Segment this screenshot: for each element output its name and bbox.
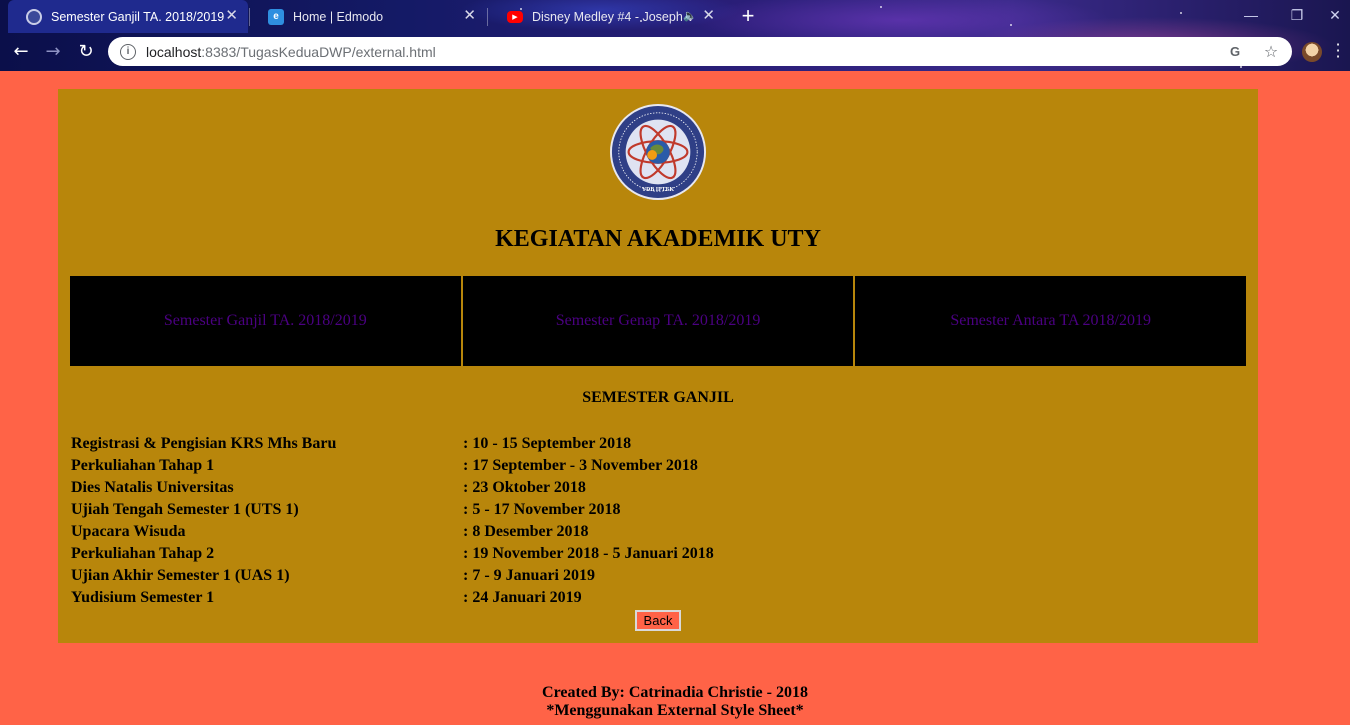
back-button[interactable]: Back [635,610,681,631]
browser-chrome: Semester Ganjil TA. 2018/2019 ✕ e Home |… [0,0,1350,71]
tab-title: Disney Medley #4 - Joseph V [532,9,692,24]
page-heading: KEGIATAN AKADEMIK UTY [495,226,821,252]
uty-logo: YDB IPTEK [609,103,707,201]
schedule-label: Dies Natalis Universitas [71,479,234,496]
section-title: SEMESTER GANJIL [582,389,734,406]
forward-arrow-icon[interactable]: → [40,39,66,65]
schedule-date: : 7 - 9 Januari 2019 [463,567,595,584]
content-container: YDB IPTEK KEGIATAN AKADEMIK UTY Semester… [58,89,1258,643]
schedule-label: Perkuliahan Tahap 2 [71,545,215,562]
new-tab-button[interactable]: + [736,5,760,29]
schedule-label: Perkuliahan Tahap 1 [71,457,215,474]
tab-edmodo[interactable]: e Home | Edmodo ✕ [250,0,486,33]
close-tab-icon[interactable]: ✕ [463,8,476,24]
schedule-label: Registrasi & Pengisian KRS Mhs Baru [71,435,337,452]
uty-logo-icon [26,8,42,25]
footer-note: *Menggunakan External Style Sheet* [546,702,804,719]
profile-avatar[interactable] [1302,42,1322,62]
schedule-list: Registrasi & Pengisian KRS Mhs Baru : 10 … [71,433,714,609]
address-bar[interactable]: i localhost:8383/TugasKeduaDWP/external.… [108,37,1292,66]
schedule-date: : 5 - 17 November 2018 [463,501,621,518]
background-star [1010,24,1012,26]
reload-icon[interactable]: ↻ [73,39,99,65]
tab-title: Semester Ganjil TA. 2018/2019 [51,9,225,24]
restore-icon[interactable]: ❐ [1274,4,1320,26]
schedule-date: : 10 - 15 September 2018 [463,435,632,452]
schedule-row: Ujiah Tengah Semester 1 (UTS 1) : 5 - 17 … [71,499,714,521]
tab-separator [487,8,488,26]
browser-toolbar: ← → ↻ i localhost:8383/TugasKeduaDWP/ext… [0,33,1350,71]
background-star [880,6,882,8]
schedule-label: Ujiah Tengah Semester 1 (UTS 1) [71,501,299,518]
edmodo-icon: e [268,8,284,25]
schedule-date: : 17 September - 3 November 2018 [463,457,698,474]
minimize-icon[interactable]: — [1228,4,1274,26]
schedule-label: Upacara Wisuda [71,523,186,540]
schedule-row: Perkuliahan Tahap 2 : 19 November 2018 - … [71,543,714,565]
close-window-icon[interactable]: ✕ [1320,4,1350,26]
background-star [1180,12,1182,14]
schedule-row: Ujian Akhir Semester 1 (UAS 1) : 7 - 9 Ja… [71,565,714,587]
tab-youtube-disney-medley[interactable]: ▶ Disney Medley #4 - Joseph V 🔈 ✕ [489,0,725,33]
menu-link-semester-antara[interactable]: Semester Antara TA 2018/2019 [853,276,1247,366]
semester-menu: Semester Ganjil TA. 2018/2019 Semester G… [70,276,1247,366]
schedule-row: Perkuliahan Tahap 1 : 17 September - 3 No… [71,455,714,477]
audio-playing-icon[interactable]: 🔈 [683,9,697,22]
tab-title: Home | Edmodo [293,9,384,24]
schedule-row: Upacara Wisuda : 8 Desember 2018 [71,521,714,543]
schedule-label: Yudisium Semester 1 [71,589,215,606]
translate-icon[interactable]: G [1225,42,1245,62]
tab-semester-ganjil[interactable]: Semester Ganjil TA. 2018/2019 ✕ [8,0,248,33]
close-tab-icon[interactable]: ✕ [702,8,715,24]
schedule-row: Dies Natalis Universitas : 23 Oktober 201… [71,477,714,499]
schedule-date: : 19 November 2018 - 5 Januari 2018 [463,545,714,562]
browser-menu-icon[interactable]: · · · [1334,37,1342,65]
schedule-row: Registrasi & Pengisian KRS Mhs Baru : 10 … [71,433,714,455]
close-tab-icon[interactable]: ✕ [225,8,238,24]
page-footer: Created By: Catrinadia Christie - 2018 *… [0,684,1350,720]
bookmark-star-icon[interactable]: ☆ [1261,42,1281,62]
svg-text:YDB IPTEK: YDB IPTEK [642,187,675,193]
site-info-icon[interactable]: i [120,43,136,60]
menu-link-semester-ganjil[interactable]: Semester Ganjil TA. 2018/2019 [70,276,461,366]
footer-credit: Created By: Catrinadia Christie - 2018 [542,684,808,701]
schedule-date: : 24 Januari 2019 [463,589,582,606]
schedule-date: : 8 Desember 2018 [463,523,589,540]
menu-link-semester-genap[interactable]: Semester Genap TA. 2018/2019 [460,276,854,366]
schedule-label: Ujian Akhir Semester 1 (UAS 1) [71,567,290,584]
schedule-date: : 23 Oktober 2018 [463,479,586,496]
schedule-row: Yudisium Semester 1 : 24 Januari 2019 [71,587,714,609]
youtube-icon: ▶ [507,10,523,23]
url-host: localhost [146,43,202,60]
back-arrow-icon[interactable]: ← [8,39,34,65]
url-path: :8383/TugasKeduaDWP/external.html [201,43,436,60]
